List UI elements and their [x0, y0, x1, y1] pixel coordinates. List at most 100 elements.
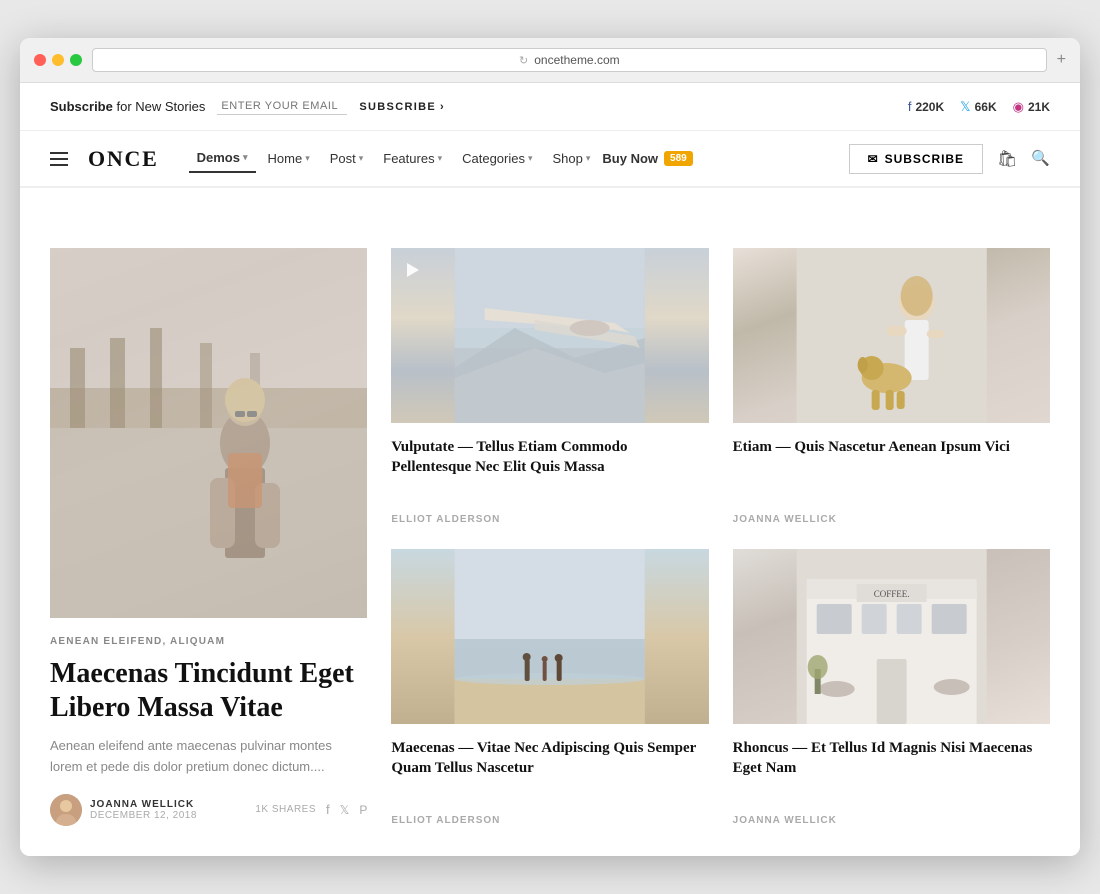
cart-button[interactable]: 🛍 [997, 149, 1017, 169]
maximize-button[interactable] [70, 54, 82, 66]
nav-right: ✉ SUBSCRIBE 🛍 🔍 [849, 144, 1050, 174]
social-links: f 220K 𝕏 66K ◉ 21K [908, 99, 1050, 115]
featured-post: AENEAN ELEIFEND, ALIQUAM Maecenas Tincid… [50, 248, 367, 826]
nav-item-home[interactable]: Home ▾ [260, 145, 318, 172]
chevron-down-icon: ▾ [305, 153, 310, 164]
post-1-title-bold: Vulputate [391, 439, 454, 455]
facebook-link[interactable]: f 220K [908, 99, 944, 114]
close-button[interactable] [34, 54, 46, 66]
play-button[interactable] [401, 258, 425, 282]
post-4-image[interactable]: COFFEE. [733, 549, 1050, 724]
url-text: oncetheme.com [534, 53, 619, 67]
post-1-image[interactable] [391, 248, 708, 423]
nav-item-features[interactable]: Features ▾ [375, 145, 450, 172]
post-3-title[interactable]: Maecenas — Vitae Nec Adipiscing Quis Sem… [391, 738, 708, 779]
email-input[interactable] [217, 98, 347, 115]
nav-item-categories-label: Categories [462, 151, 525, 166]
hamburger-menu[interactable] [50, 152, 68, 166]
post-3: Maecenas — Vitae Nec Adipiscing Quis Sem… [391, 549, 708, 826]
subscribe-nav-label: SUBSCRIBE [885, 152, 964, 166]
post-1-title[interactable]: Vulputate — Tellus Etiam Commodo Pellent… [391, 437, 708, 478]
featured-title[interactable]: Maecenas Tincidunt Eget Libero Massa Vit… [50, 657, 367, 724]
featured-title-line1: Maecenas Tincidunt Eget [50, 658, 354, 689]
twitter-share-icon[interactable]: 𝕏 [340, 803, 350, 817]
nav-item-post[interactable]: Post ▾ [322, 145, 372, 172]
buy-now-button[interactable]: Buy Now 589 [602, 151, 692, 166]
facebook-share-icon[interactable]: f [326, 802, 330, 817]
post-4-title-bold: Rhoncus [733, 740, 789, 756]
instagram-icon: ◉ [1013, 99, 1024, 115]
content-area: AENEAN ELEIFEND, ALIQUAM Maecenas Tincid… [20, 218, 1080, 856]
search-button[interactable]: 🔍 [1031, 149, 1050, 168]
nav-item-categories[interactable]: Categories ▾ [454, 145, 540, 172]
traffic-lights [34, 54, 82, 66]
nav-item-post-label: Post [330, 151, 356, 166]
post-shares: 1K SHARES f 𝕏 P [255, 802, 367, 817]
post-4: COFFEE. Rhoncus — [733, 549, 1050, 826]
facebook-count: 220K [915, 100, 944, 114]
buy-badge: 589 [664, 151, 693, 166]
post-2-image-bg [733, 248, 1050, 423]
post-1-image-bg [391, 248, 708, 423]
nav-left: ONCE Demos ▾ Home ▾ Post ▾ Features ▾ [50, 144, 693, 173]
author-avatar [50, 794, 82, 826]
minimize-button[interactable] [52, 54, 64, 66]
subscribe-btn-label: SUBSCRIBE [359, 101, 436, 113]
nav-item-home-label: Home [268, 151, 303, 166]
post-2-title-bold: Etiam [733, 439, 772, 455]
chevron-down-icon: ▾ [438, 153, 443, 164]
post-footer: JOANNA WELLICK DECEMBER 12, 2018 1K SHAR… [50, 794, 367, 826]
pinterest-share-icon[interactable]: P [359, 803, 367, 817]
shares-count: 1K SHARES [255, 804, 316, 815]
post-3-author: ELLIOT ALDERSON [391, 815, 708, 826]
address-bar[interactable]: ↻ oncetheme.com [92, 48, 1047, 72]
featured-meta: AENEAN ELEIFEND, ALIQUAM Maecenas Tincid… [50, 636, 367, 826]
post-3-image-bg [391, 549, 708, 724]
post-3-image[interactable] [391, 549, 708, 724]
posts-grid: AENEAN ELEIFEND, ALIQUAM Maecenas Tincid… [50, 248, 1050, 826]
featured-category: AENEAN ELEIFEND, ALIQUAM [50, 636, 367, 647]
nav-item-demos-label: Demos [197, 150, 240, 165]
post-2-title[interactable]: Etiam — Quis Nascetur Aenean Ipsum Vici [733, 437, 1050, 457]
top-bar: Subscribe for New Stories SUBSCRIBE › f … [20, 83, 1080, 131]
post-2: Etiam — Quis Nascetur Aenean Ipsum Vici … [733, 248, 1050, 525]
featured-image-bg [50, 248, 367, 618]
subscribe-nav-button[interactable]: ✉ SUBSCRIBE [849, 144, 983, 174]
buy-now-label: Buy Now [602, 151, 658, 166]
nav-divider [20, 187, 1080, 188]
post-2-title-dash: — Quis Nascetur Aenean Ipsum Vici [776, 439, 1010, 455]
play-icon [407, 263, 419, 277]
post-4-author: JOANNA WELLICK [733, 815, 1050, 826]
post-date: DECEMBER 12, 2018 [90, 810, 197, 821]
featured-excerpt: Aenean eleifend ante maecenas pulvinar m… [50, 736, 367, 778]
site-logo[interactable]: ONCE [88, 146, 159, 172]
chevron-down-icon: ▾ [528, 153, 533, 164]
post-1: Vulputate — Tellus Etiam Commodo Pellent… [391, 248, 708, 525]
refresh-icon: ↻ [519, 54, 528, 67]
facebook-icon: f [908, 99, 912, 114]
envelope-icon: ✉ [868, 152, 879, 166]
new-tab-button[interactable]: + [1057, 51, 1066, 69]
chevron-down-icon: ▾ [586, 153, 591, 164]
twitter-count: 66K [975, 100, 997, 114]
author-info: JOANNA WELLICK DECEMBER 12, 2018 [90, 799, 197, 821]
featured-title-line2: Libero Massa Vitae [50, 692, 283, 723]
post-4-title[interactable]: Rhoncus — Et Tellus Id Magnis Nisi Maece… [733, 738, 1050, 779]
twitter-link[interactable]: 𝕏 66K [960, 99, 997, 115]
main-nav: ONCE Demos ▾ Home ▾ Post ▾ Features ▾ [20, 131, 1080, 187]
subscribe-text: Subscribe for New Stories [50, 99, 205, 114]
chevron-down-icon: ▾ [243, 152, 248, 163]
subscribe-strip: Subscribe for New Stories SUBSCRIBE › [50, 98, 445, 115]
post-2-image[interactable] [733, 248, 1050, 423]
post-4-image-bg: COFFEE. [733, 549, 1050, 724]
nav-item-demos[interactable]: Demos ▾ [189, 144, 256, 173]
subscribe-top-button[interactable]: SUBSCRIBE › [359, 101, 445, 113]
cart-icon: 🛍 [997, 151, 1017, 168]
twitter-icon: 𝕏 [960, 99, 970, 115]
nav-menu: Demos ▾ Home ▾ Post ▾ Features ▾ Categor… [189, 144, 693, 173]
arrow-icon: › [440, 101, 445, 113]
instagram-link[interactable]: ◉ 21K [1013, 99, 1050, 115]
nav-item-shop[interactable]: Shop ▾ [545, 145, 599, 172]
subscribe-strong: Subscribe [50, 99, 113, 114]
featured-image[interactable] [50, 248, 367, 618]
